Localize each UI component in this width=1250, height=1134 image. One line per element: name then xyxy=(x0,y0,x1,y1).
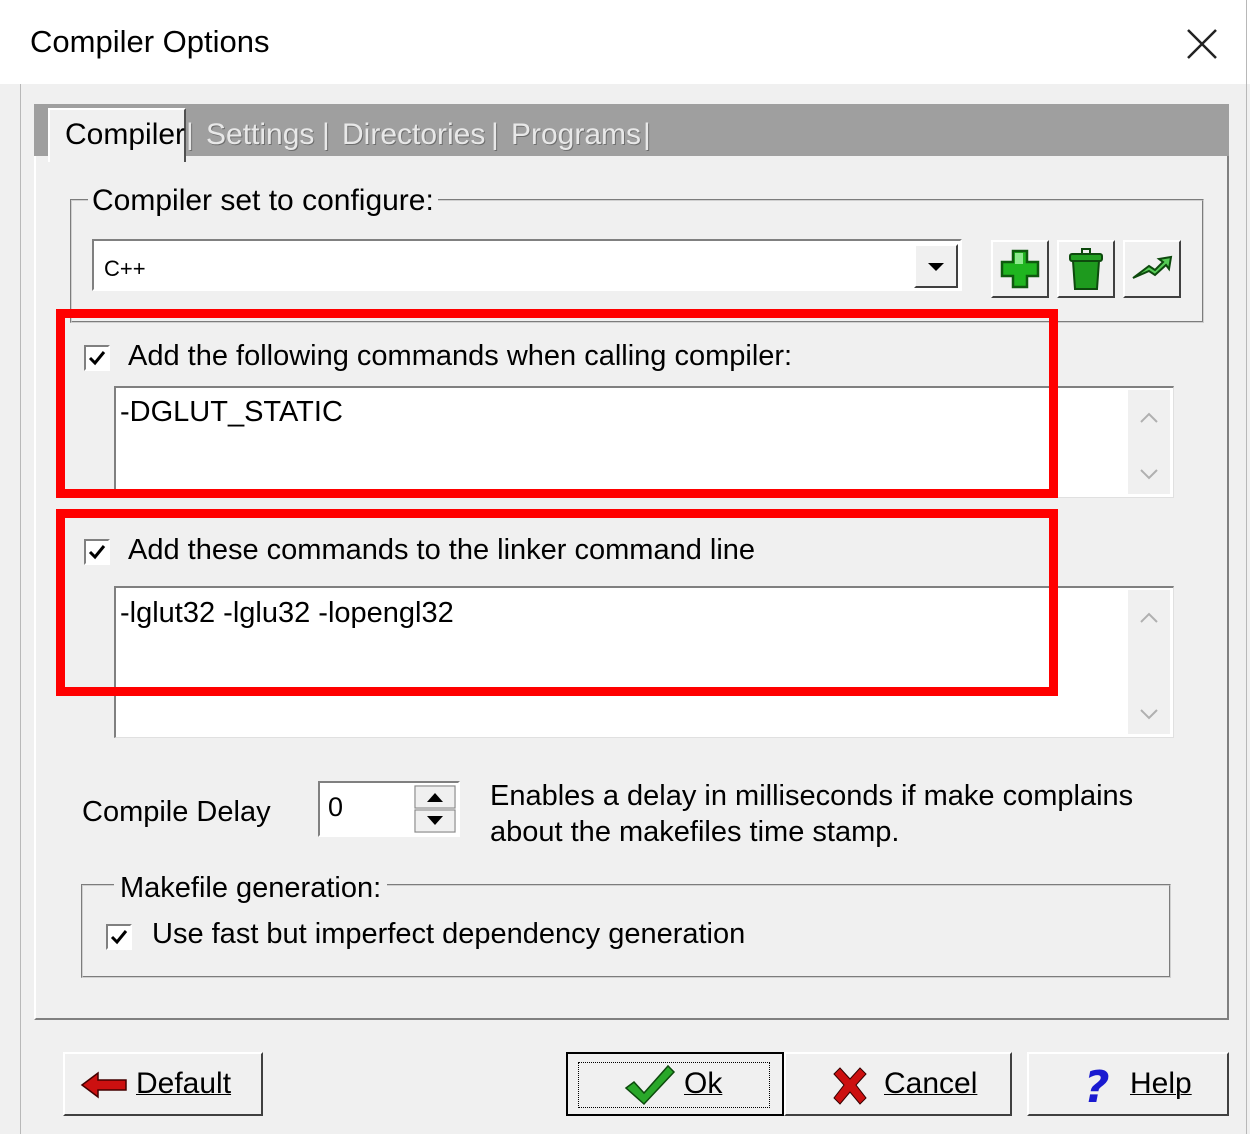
window-border-right xyxy=(1246,0,1247,1134)
compile-delay-description: Enables a delay in milliseconds if make … xyxy=(490,778,1150,850)
window-title: Compiler Options xyxy=(30,24,270,59)
linker-commands-scrollbar[interactable] xyxy=(1128,590,1170,734)
compile-delay-description-line: about the makefiles time stamp. xyxy=(490,816,900,848)
compile-delay-value: 0 xyxy=(328,792,344,822)
help-button-label: Help xyxy=(1130,1067,1192,1100)
compile-delay-label: Compile Delay xyxy=(82,796,271,828)
fast-dependency-label: Use fast but imperfect dependency genera… xyxy=(152,918,746,950)
compile-delay-description-line: Enables a delay in milliseconds if make … xyxy=(490,780,1134,812)
tab-separator: | xyxy=(322,118,330,151)
fast-dependency-checkbox[interactable] xyxy=(106,924,132,950)
checkmark-icon xyxy=(624,1064,676,1111)
help-question-icon: ? xyxy=(1080,1062,1116,1113)
tab-directories[interactable]: Directories xyxy=(342,118,485,152)
help-button[interactable] xyxy=(1027,1052,1229,1116)
delete-compiler-set-button[interactable] xyxy=(1057,240,1115,298)
add-compiler-set-button[interactable] xyxy=(991,240,1049,298)
rename-arrow-icon xyxy=(1132,255,1173,279)
close-icon[interactable] xyxy=(1180,22,1224,66)
trash-icon xyxy=(1069,248,1103,290)
default-button-label: Default xyxy=(136,1067,232,1100)
compiler-set-label: Compiler set to configure: xyxy=(88,184,438,218)
makefile-label: Makefile generation: xyxy=(114,872,388,905)
cross-icon xyxy=(830,1066,870,1111)
tab-settings[interactable]: Settings xyxy=(206,118,314,152)
cancel-button-label: Cancel xyxy=(884,1067,978,1100)
tab-separator: | xyxy=(643,118,651,151)
tab-separator: | xyxy=(186,118,194,151)
chevron-down-icon xyxy=(928,263,944,271)
highlight-box xyxy=(56,309,1058,498)
tab-programs[interactable]: Programs xyxy=(511,118,641,152)
tab-separator: | xyxy=(491,118,499,151)
compiler-commands-scrollbar[interactable] xyxy=(1128,390,1170,494)
svg-text:?: ? xyxy=(1084,1062,1110,1108)
tab-compiler[interactable]: Compiler xyxy=(65,118,185,152)
compiler-set-dropdown[interactable] xyxy=(92,239,962,291)
ok-button-label: Ok xyxy=(684,1067,723,1100)
rename-compiler-set-button[interactable] xyxy=(1123,240,1181,298)
back-arrow-icon xyxy=(80,1070,130,1105)
compiler-set-value: C++ xyxy=(104,256,146,281)
compile-delay-spin-buttons[interactable] xyxy=(414,785,456,833)
checkmark-icon xyxy=(110,930,128,945)
window-border-left xyxy=(20,84,21,1134)
dropdown-button[interactable] xyxy=(914,244,958,288)
highlight-box xyxy=(56,509,1058,696)
plus-icon xyxy=(1000,249,1040,289)
